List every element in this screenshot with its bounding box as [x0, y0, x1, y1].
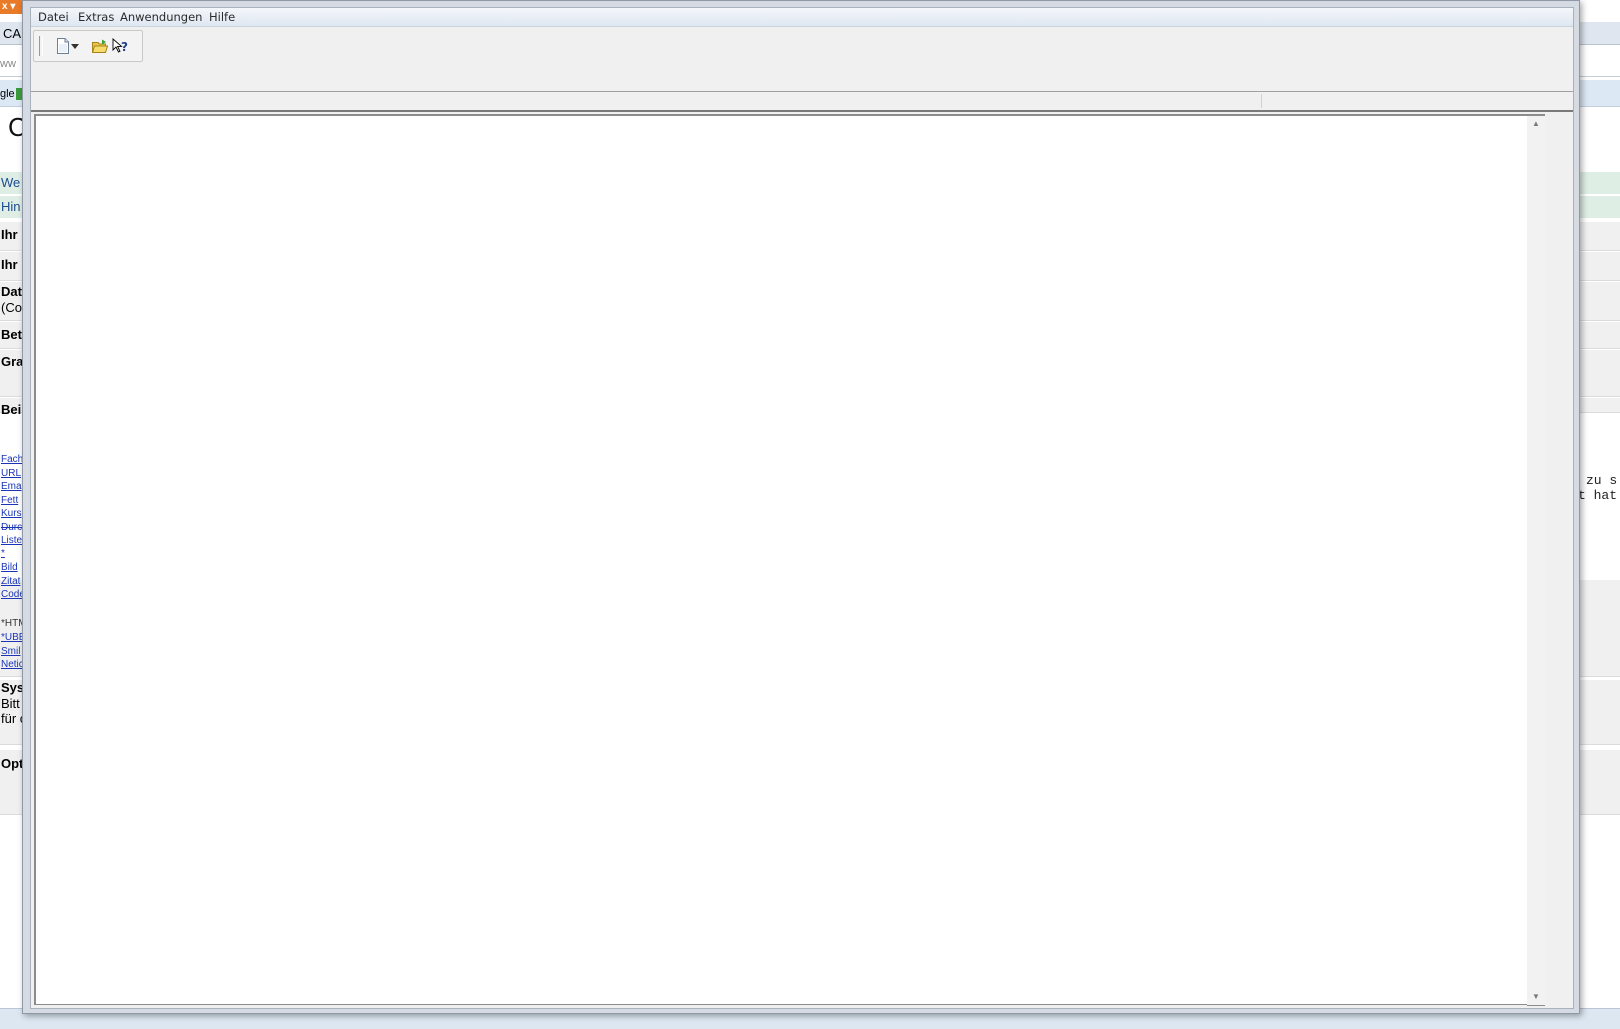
menu-anwendungen[interactable]: Anwendungen — [118, 10, 204, 24]
address-text: ww — [0, 58, 16, 70]
form-label: Dat — [1, 284, 22, 299]
info-bar-separator — [1261, 94, 1262, 108]
browser-tab-title[interactable]: CA — [3, 26, 21, 41]
standard-toolbar: ? — [33, 30, 143, 62]
format-link[interactable]: Zitat — [1, 576, 20, 587]
format-link[interactable]: Netic — [1, 659, 24, 670]
editor-window: Datei Extras Anwendungen Hilfe ? ▲ ▼ — [22, 0, 1580, 1014]
context-help-icon[interactable]: ? — [110, 35, 132, 57]
format-link[interactable]: Smil — [1, 646, 20, 657]
form-label: Bet — [1, 327, 22, 342]
format-link[interactable]: Liste — [1, 535, 22, 546]
text-editor-area[interactable] — [34, 114, 1529, 1005]
form-label[interactable]: We — [1, 175, 20, 190]
form-label: Opt — [1, 756, 24, 771]
scroll-down-icon[interactable]: ▼ — [1527, 989, 1545, 1005]
format-link[interactable]: Durc — [1, 522, 22, 533]
menu-bar: Datei Extras Anwendungen Hilfe — [31, 8, 1573, 27]
form-label[interactable]: Hin — [1, 199, 21, 214]
format-link[interactable]: Fach — [1, 454, 23, 465]
form-label: Bei — [1, 402, 22, 417]
toolbar-area: ? — [31, 27, 1573, 92]
format-link[interactable]: Ema — [1, 481, 22, 492]
vertical-scrollbar[interactable]: ▲ ▼ — [1527, 114, 1545, 1006]
format-link[interactable]: * — [1, 548, 5, 559]
info-bar — [31, 92, 1573, 112]
format-link[interactable]: Fett — [1, 495, 18, 506]
form-label: Ihr — [1, 257, 18, 272]
menu-extras[interactable]: Extras — [76, 10, 116, 24]
text-fragment: zu s — [1586, 473, 1618, 488]
format-link[interactable]: Bild — [1, 562, 18, 573]
toolbar-grip[interactable] — [39, 36, 43, 56]
form-label: Sys — [1, 680, 25, 695]
form-label: Bitt — [1, 696, 20, 711]
form-label: Gra — [1, 354, 24, 369]
scroll-up-icon[interactable]: ▲ — [1527, 116, 1545, 132]
svg-text:?: ? — [121, 40, 128, 54]
new-dropdown-arrow-icon[interactable] — [69, 35, 81, 57]
menu-datei[interactable]: Datei — [36, 10, 71, 24]
format-link[interactable]: URL — [1, 468, 21, 479]
form-label: (Co — [1, 300, 22, 315]
bookmark-item[interactable]: gle — [0, 88, 15, 100]
text-fragment: t hat — [1578, 488, 1618, 503]
tab-close-icon[interactable]: x ▾ — [0, 0, 24, 14]
window-client-area: Datei Extras Anwendungen Hilfe ? ▲ ▼ — [30, 7, 1574, 1009]
menu-hilfe[interactable]: Hilfe — [207, 10, 237, 24]
format-link[interactable]: Kurs — [1, 508, 22, 519]
form-label: Ihr — [1, 227, 18, 242]
open-folder-icon[interactable] — [89, 35, 111, 57]
